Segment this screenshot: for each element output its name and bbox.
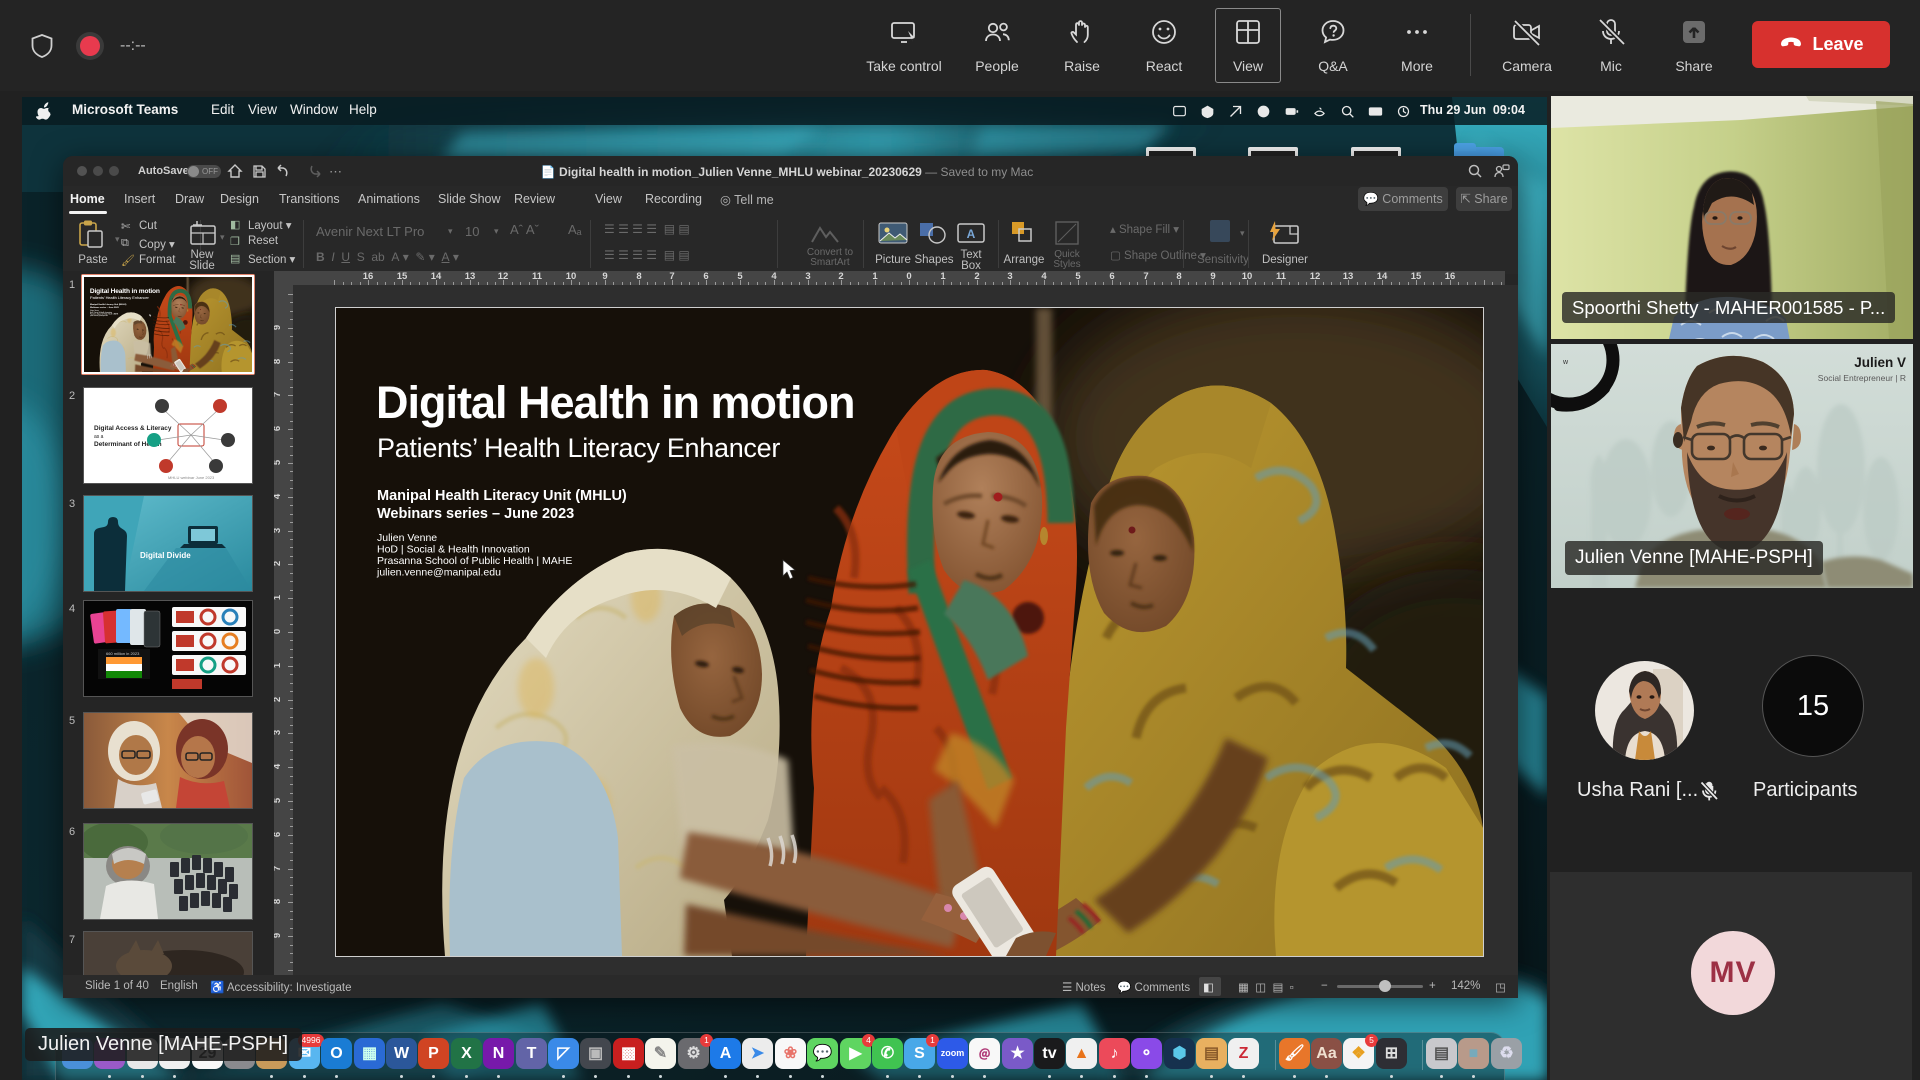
svg-text:MHLU webinar June 2023: MHLU webinar June 2023 bbox=[168, 475, 215, 480]
svg-text:Social Entrepreneur | R: Social Entrepreneur | R bbox=[1818, 373, 1906, 383]
svg-text:Digital Divide: Digital Divide bbox=[140, 551, 191, 560]
svg-text:660 million in 2023: 660 million in 2023 bbox=[106, 651, 140, 656]
svg-text:A: A bbox=[967, 227, 976, 241]
svg-text:Digital Access & Literacy: Digital Access & Literacy bbox=[94, 425, 172, 432]
svg-text:w: w bbox=[1562, 359, 1569, 366]
svg-text:Julien V: Julien V bbox=[1854, 355, 1906, 370]
svg-text:as a: as a bbox=[94, 434, 104, 440]
